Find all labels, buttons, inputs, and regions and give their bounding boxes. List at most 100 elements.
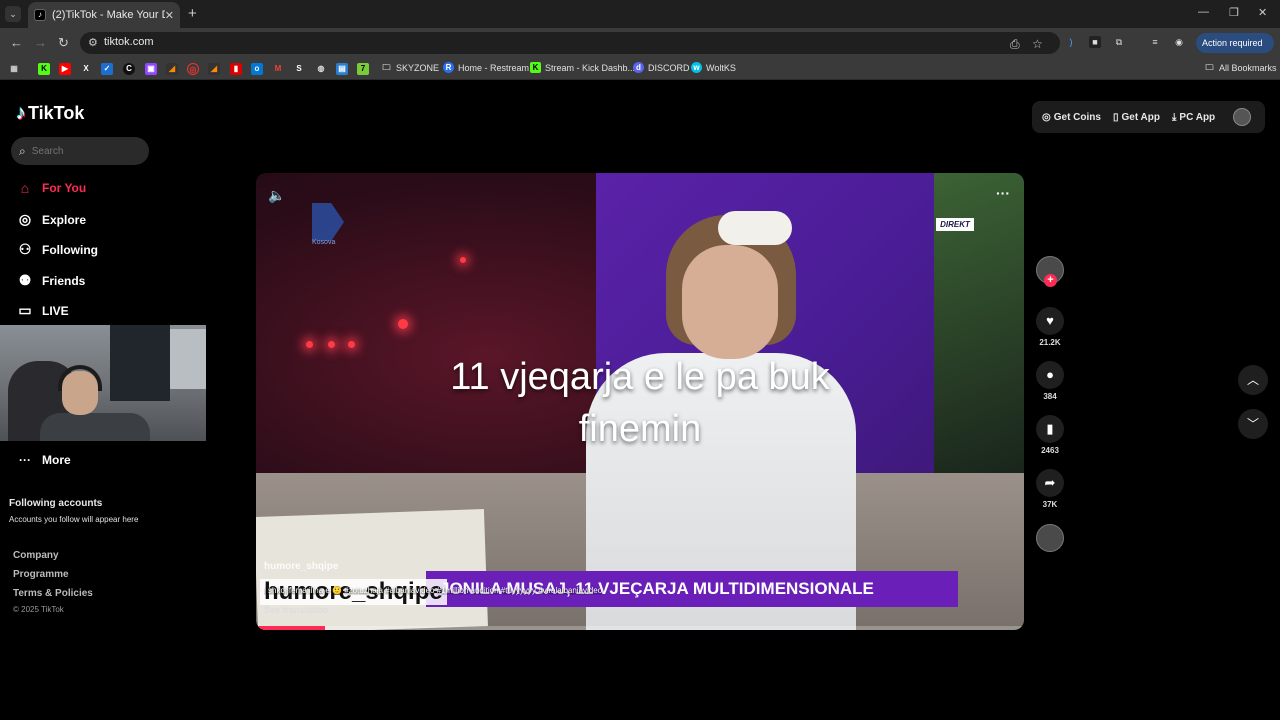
like-button[interactable]: ♥ 21.2K [1036,307,1064,347]
bookmark-folder-skyzone[interactable]: 🗀 SKYZONE [381,62,440,73]
video-more-options-icon[interactable]: ··· [996,185,1010,201]
bookmark-kick-dashboard[interactable]: K Stream - Kick Dashb... [530,62,635,73]
bookmark-icon[interactable]: ✓ [101,63,113,75]
nav-following[interactable]: ⚇ Following [16,241,98,258]
video-progress-bar[interactable] [256,626,1024,630]
tab-title: (2)TikTok - Make Your Day [52,9,165,21]
bookmark-wolt[interactable]: w WoltKS [691,62,736,73]
kick-icon: K [530,62,541,73]
get-app-button[interactable]: ▯ Get App [1113,112,1160,123]
new-tab-icon[interactable]: + [188,5,197,22]
extension-icon[interactable]: ■ [1089,36,1101,48]
close-window-icon[interactable]: ✕ [1258,6,1267,19]
minimize-icon[interactable]: — [1198,6,1209,18]
bookmark-icon-5[interactable]: ▮ [230,63,242,75]
get-coins-button[interactable]: ◎ Get Coins [1042,112,1101,123]
nav-friends[interactable]: ⚉ Friends [16,272,86,289]
creator-avatar-button[interactable]: + [1036,256,1064,287]
heart-icon: ♥ [1036,307,1064,335]
tiktok-logo[interactable]: ♪ TikTok [16,102,84,125]
video-player[interactable]: Kosova DIREKT 11 vjeqarja e le pa buk fi… [256,173,1024,630]
forward-icon[interactable]: → [34,35,47,50]
search-input[interactable] [31,145,132,157]
outlook-bookmark-icon[interactable]: o [251,63,263,75]
nav-explore[interactable]: ◎ Explore [16,211,86,228]
get-coins-label: Get Coins [1053,111,1101,123]
comment-button[interactable]: ● 384 [1036,361,1064,401]
save-count: 2463 [1041,446,1059,455]
volume-icon[interactable]: 🔈 [268,187,285,204]
reload-icon[interactable]: ↻ [58,35,69,51]
bookmark-icon-4[interactable]: ◢ [208,63,220,75]
caption-line-2: finemin [578,408,702,450]
browser-toolbar: ← → ↻ ⚙ tiktok.com ⎙ ☆ ) ■ ⧉ ≡ ◉ Action … [0,28,1280,68]
bookmark-s-icon[interactable]: S [293,63,305,75]
nav-for-you[interactable]: ⌂ For You [16,180,86,196]
install-app-icon[interactable]: ⎙ [1010,37,1020,52]
bookmark-icon-3[interactable]: ◎ [187,63,199,75]
webcam-person-body [40,413,150,441]
wolt-icon: w [691,62,702,73]
bookmark-icon-6[interactable]: ▤ [336,63,348,75]
url-text[interactable]: tiktok.com [104,36,154,48]
globe-bookmark-icon[interactable]: ◍ [315,63,327,75]
save-button[interactable]: ▮ 2463 [1036,415,1064,455]
media-control-icon[interactable]: ≡ [1149,36,1161,48]
bookmarks-bar: ▦ K ▶ X ✓ C ▣ ◢ ◎ ◢ ▮ o M S ◍ ▤ 7 🗀 SKYZO… [0,58,1280,80]
bookmark-label: SKYZONE [396,62,440,73]
bookmark-label: Stream - Kick Dashb... [545,62,636,73]
see-translation-link[interactable]: See translation [264,605,329,615]
pc-app-label: PC App [1179,111,1216,123]
browser-tab[interactable]: ♪ (2)TikTok - Make Your Day ✕ [28,2,180,28]
tab-search-menu-icon[interactable]: ⌄ [5,6,21,22]
site-info-icon[interactable]: ⚙ [88,36,98,49]
address-bar[interactable]: ⚙ tiktok.com ⎙ ☆ [80,32,1060,54]
footer-company[interactable]: Company [13,550,59,561]
kick-bookmark-icon[interactable]: K [38,63,50,75]
profile-icon[interactable]: ◉ [1173,36,1185,48]
bookmark-icon-2[interactable]: ◢ [166,63,178,75]
action-required-button[interactable]: Action required ⋮ [1196,33,1274,68]
youtube-bookmark-icon[interactable]: ▶ [59,63,71,75]
next-video-chevron-down-icon[interactable]: ﹀ [1238,409,1268,439]
user-avatar[interactable] [1233,108,1251,126]
footer-programme[interactable]: Programme [13,569,69,580]
follow-plus-icon[interactable]: + [1044,274,1057,287]
discord-icon: d [633,62,644,73]
bookmark-7-icon[interactable]: 7 [357,63,369,75]
extension-audio-icon[interactable]: ) [1065,36,1077,48]
bookmark-restream[interactable]: R Home - Restream [443,62,529,73]
footer-terms[interactable]: Terms & Policies [13,588,93,599]
video-girl-face [682,245,778,359]
nav-label: For You [42,181,87,195]
twitch-bookmark-icon[interactable]: ▣ [145,63,157,75]
video-light [460,257,466,263]
all-bookmarks[interactable]: 🗀 All Bookmarks [1204,62,1277,73]
bookmark-discord[interactable]: d DISCORD [633,62,690,73]
restore-icon[interactable]: ❐ [1229,6,1239,19]
gmail-bookmark-icon[interactable]: M [272,63,284,75]
pc-app-button[interactable]: ⤓ PC App [1172,112,1215,123]
nav-live[interactable]: ▭ LIVE [16,302,68,319]
bookmark-c-icon[interactable]: C [123,63,135,75]
bookmark-star-icon[interactable]: ☆ [1032,37,1043,51]
tiktok-app: ♪ TikTok ⌕ ⌂ For You ◎ Explore ⚇ Followi… [0,80,1280,720]
browser-tabbar: ⌄ ♪ (2)TikTok - Make Your Day ✕ + — ❐ ✕ [0,0,1280,28]
apps-grid-icon[interactable]: ▦ [8,63,20,75]
previous-video-chevron-up-icon[interactable]: ︿ [1238,365,1268,395]
nav-more[interactable]: ··· More [16,453,71,467]
share-count: 37K [1042,500,1058,509]
phone-icon: ▯ [1112,111,1119,123]
video-description: i shkoj fema ilina e 🙂 #zotuzhaja #alban… [264,586,603,595]
video-light [398,319,408,329]
folder-icon: 🗀 [1205,63,1214,72]
video-author[interactable]: humore_shqipe [264,561,338,572]
extensions-puzzle-icon[interactable]: ⧉ [1113,36,1125,48]
search-box[interactable]: ⌕ [11,137,149,165]
share-button[interactable]: ➦ 37K [1036,469,1064,509]
tab-close-icon[interactable]: ✕ [165,9,174,22]
back-icon[interactable]: ← [10,35,23,50]
sound-disc-button[interactable] [1036,524,1064,552]
x-bookmark-icon[interactable]: X [80,63,92,75]
video-progress-fill [256,626,326,630]
